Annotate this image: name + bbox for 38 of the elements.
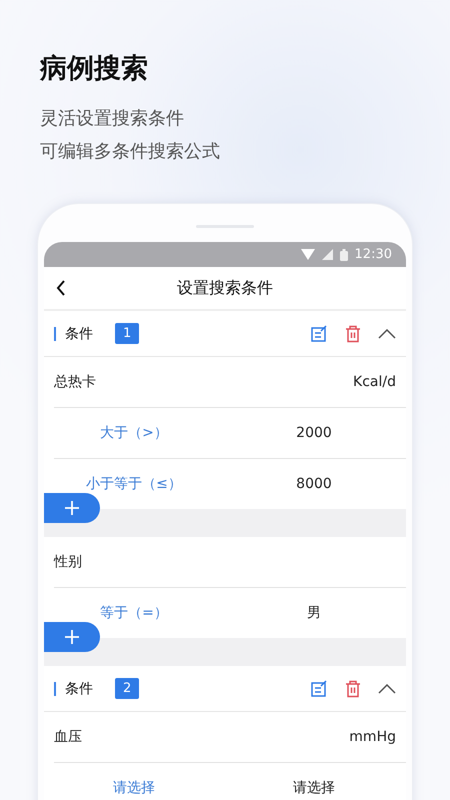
edit-icon[interactable] <box>310 324 328 342</box>
field-name: 性别 <box>54 553 82 571</box>
screen-title: 设置搜索条件 <box>176 278 274 298</box>
value-field[interactable]: 请选择 <box>254 779 374 797</box>
field-name: 总热卡 <box>54 373 96 391</box>
page-title: 病例搜索 <box>40 52 149 86</box>
status-time: 12:30 <box>354 247 392 262</box>
battery-icon <box>340 248 348 260</box>
condition-number: 1 <box>115 323 140 344</box>
condition-label: 条件 <box>65 680 93 698</box>
signal-icon <box>322 249 333 260</box>
collapse-icon[interactable] <box>378 328 396 338</box>
value-field[interactable]: 8000 <box>254 476 374 492</box>
operator-select[interactable]: 等于（=） <box>54 604 214 622</box>
add-button[interactable] <box>44 622 100 652</box>
value-field[interactable]: 男 <box>254 604 374 622</box>
accent-bar <box>54 326 56 340</box>
value-field[interactable]: 2000 <box>254 425 374 441</box>
collapse-icon[interactable] <box>378 684 396 694</box>
accent-bar <box>54 682 56 696</box>
plus-icon <box>64 629 80 645</box>
condition-number: 2 <box>115 678 140 699</box>
unit-label: Kcal/d <box>353 374 396 390</box>
field-name: 血压 <box>54 728 82 746</box>
delete-icon[interactable] <box>345 324 361 342</box>
edit-icon[interactable] <box>310 680 328 698</box>
subtitle: 灵活设置搜索条件 <box>40 107 185 130</box>
wifi-icon <box>300 249 315 260</box>
condition-label: 条件 <box>65 324 93 342</box>
unit-label: mmHg <box>349 729 396 745</box>
operator-select[interactable]: 小于等于（≤） <box>54 475 214 493</box>
add-button[interactable] <box>44 493 100 523</box>
delete-icon[interactable] <box>345 680 361 698</box>
operator-select[interactable]: 请选择 <box>54 779 214 797</box>
subtitle: 可编辑多条件搜索公式 <box>40 140 221 163</box>
back-icon <box>56 280 66 296</box>
operator-select[interactable]: 大于（>） <box>54 424 214 442</box>
plus-icon <box>64 500 80 516</box>
